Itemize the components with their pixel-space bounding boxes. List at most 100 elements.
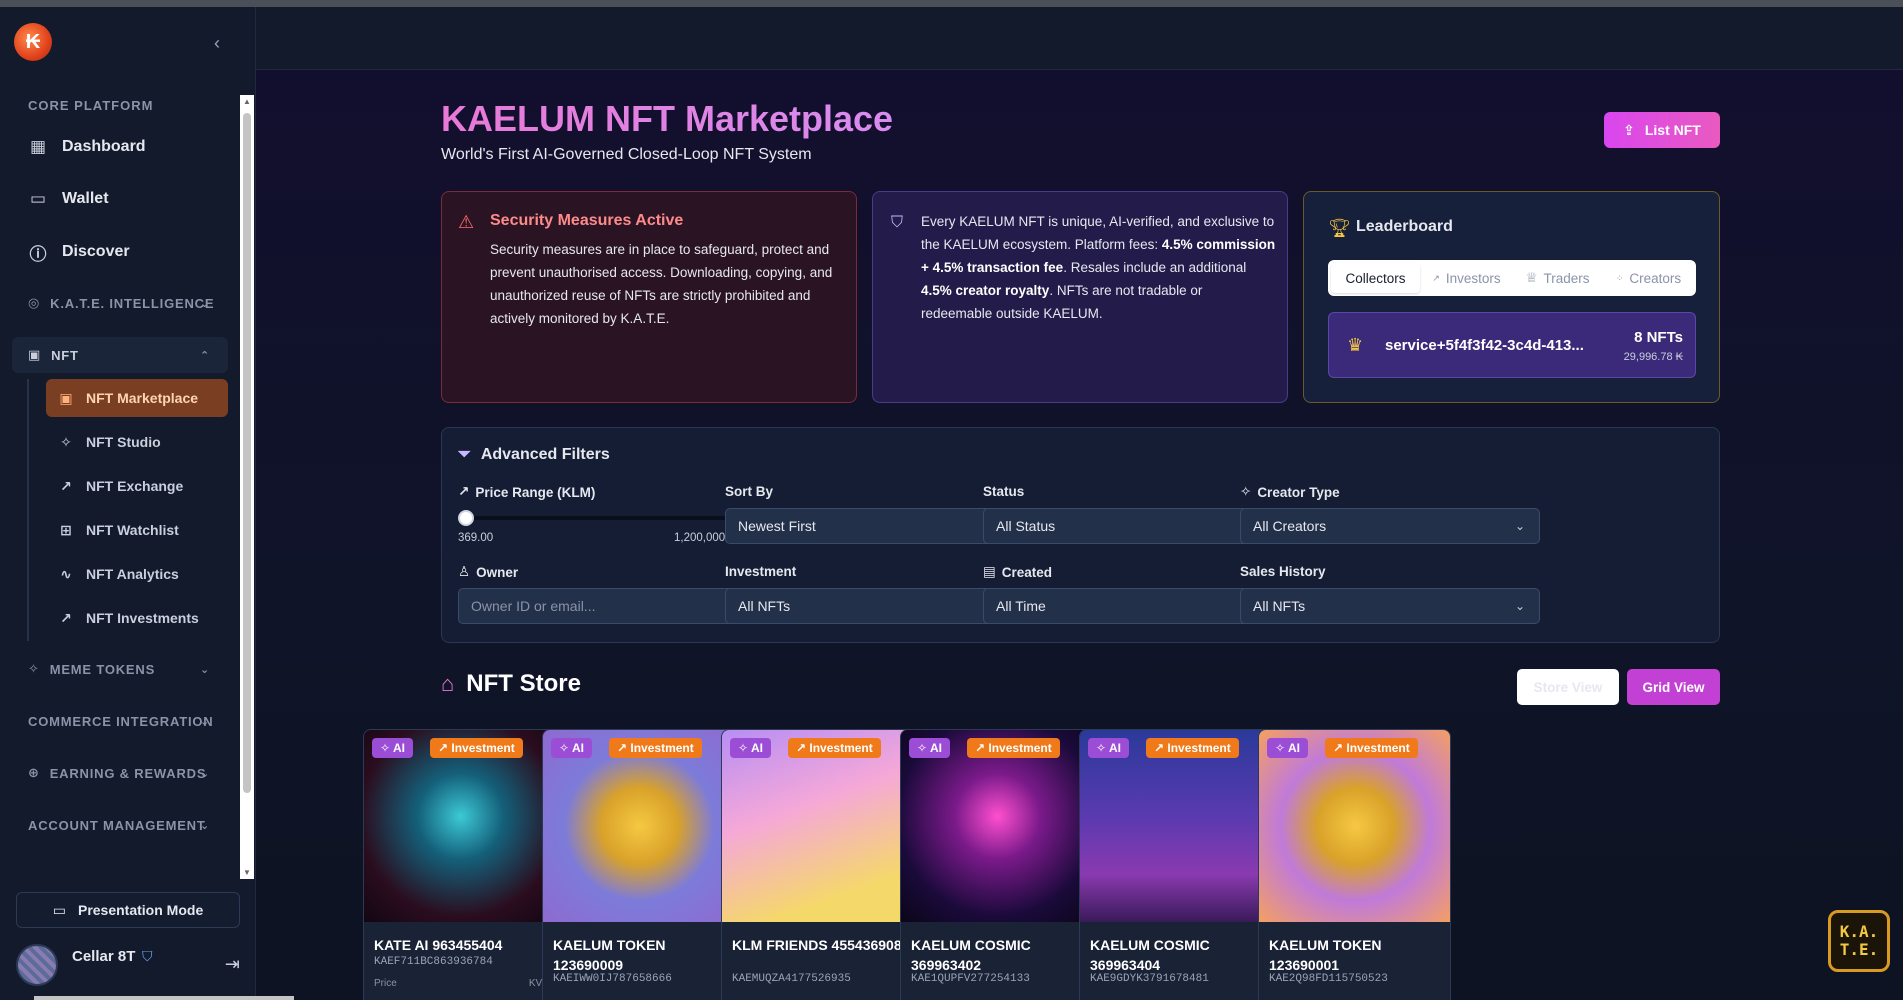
filters-title-row: ⏷ Advanced Filters — [458, 446, 610, 464]
presentation-mode-button[interactable]: ▭ Presentation Mode — [16, 892, 240, 928]
sidebar: ₭ ‹ CORE PLATFORM ▦ Dashboard ▭ Wallet ⓘ… — [0, 7, 256, 1000]
sort-by-select[interactable]: Newest First⌄ — [725, 508, 1025, 544]
user-profile[interactable]: Cellar 8T ⛉ ⇥ — [16, 942, 240, 990]
sidebar-item-nft-marketplace[interactable]: ▣ NFT Marketplace — [46, 379, 228, 417]
list-nft-button[interactable]: ⇪ List NFT — [1604, 112, 1720, 148]
price-range-label: ↗ Price Range (KLM) — [458, 484, 595, 500]
nft-code: KAE1QUPFV277254133 — [911, 973, 1030, 985]
sidebar-item-nft-investments[interactable]: ↗ NFT Investments — [46, 599, 228, 637]
sidebar-item-wallet[interactable]: ▭ Wallet — [28, 189, 109, 209]
kaelum-logo[interactable]: ₭ — [14, 23, 52, 61]
nft-name: KAELUM TOKEN 123690001 — [1269, 937, 1382, 973]
user-name: Cellar 8T — [72, 948, 136, 965]
nft-store-heading: ⌂ NFT Store — [441, 670, 581, 698]
horizontal-scrollbar[interactable] — [34, 996, 294, 1000]
created-text: Created — [1001, 564, 1053, 580]
investment-badge: ↗ Investment — [430, 738, 523, 758]
sidebar-item-label: NFT Studio — [86, 434, 161, 450]
sidebar-item-nft-studio[interactable]: ✧ NFT Studio — [46, 423, 228, 461]
ai-badge: ✧ AI — [551, 738, 592, 758]
nft-image[interactable] — [543, 730, 734, 922]
group-label: ACCOUNT MANAGEMENT — [28, 817, 206, 833]
investment-select[interactable]: All NFTs⌄ — [725, 588, 1025, 624]
sidebar-group-commerce[interactable]: COMMERCE INTEGRATION ⌄ — [12, 703, 228, 739]
nft-card[interactable]: ✧ AI ↗ Investment KAELUM COSMIC 369963402 K… — [900, 729, 1093, 1000]
sales-history-select[interactable]: All NFTs ⌄ — [1240, 588, 1540, 624]
sidebar-group-earning[interactable]: ⊕ EARNING & REWARDS ⌄ — [12, 755, 228, 791]
sidebar-item-label: NFT Analytics — [86, 566, 179, 582]
nft-image[interactable] — [901, 730, 1092, 922]
scrollbar-thumb[interactable] — [243, 113, 251, 793]
sidebar-item-label: NFT Marketplace — [86, 390, 199, 406]
sidebar-item-nft-exchange[interactable]: ↗ NFT Exchange — [46, 467, 228, 505]
created-select[interactable]: All Time⌄ — [983, 588, 1283, 624]
sidebar-item-label: NFT Investments — [86, 610, 199, 626]
image-icon: ▣ — [28, 347, 42, 362]
sidebar-group-nft[interactable]: ▣ NFT ⌃ — [12, 337, 228, 373]
creator-type-select[interactable]: All Creators ⌄ — [1240, 508, 1540, 544]
logout-icon[interactable]: ⇥ — [225, 954, 240, 975]
price-slider-track[interactable] — [458, 516, 758, 520]
sidebar-item-label: Dashboard — [62, 138, 146, 155]
sidebar-scrollbar[interactable]: ▲ ▼ — [240, 95, 254, 879]
owner-label: ♙ Owner — [458, 564, 518, 580]
store-view-button[interactable]: Store View — [1517, 669, 1619, 705]
sparkles-icon: ✧ — [1240, 484, 1252, 499]
chevron-down-icon: ⌄ — [199, 715, 210, 728]
nft-code: KAE2Q98FD115750523 — [1269, 973, 1388, 985]
investment-badge: ↗ Investment — [788, 738, 881, 758]
brain-icon: ◎ — [28, 295, 41, 310]
nft-image[interactable] — [1259, 730, 1450, 922]
nft-name: KLM FRIENDS 455436908 — [732, 937, 902, 953]
group-label: K.A.T.E. INTELLIGENCE — [50, 295, 215, 311]
nft-code: KAEIWW0IJ787658666 — [553, 973, 672, 985]
sidebar-item-nft-analytics[interactable]: ∿ NFT Analytics — [46, 555, 228, 593]
tab-investors[interactable]: ↗ Investors — [1422, 263, 1511, 293]
tab-traders[interactable]: ♕ Traders — [1513, 263, 1602, 293]
nft-card[interactable]: ✧ AI ↗ Investment KAELUM TOKEN 123690009 KA… — [542, 729, 735, 1000]
tab-collectors[interactable]: Collectors — [1331, 263, 1420, 293]
nft-card[interactable]: ✧ AI ↗ Investment KLM FRIENDS 455436908 KAE… — [721, 729, 914, 1000]
nft-card[interactable]: ✧ AI ↗ Investment KAELUM COSMIC 369963404 K… — [1079, 729, 1272, 1000]
scroll-down-icon[interactable]: ▼ — [243, 868, 251, 877]
advanced-filters-panel: ⏷ Advanced Filters ↗ Price Range (KLM) 36… — [441, 427, 1720, 643]
nft-name: KATE AI 963455404 — [374, 937, 503, 953]
nft-code: KAE9GDYK3791678481 — [1090, 973, 1209, 985]
tab-label: Creators — [1629, 270, 1682, 286]
chevron-up-icon: ⌃ — [199, 349, 210, 362]
kate-assistant-logo[interactable]: K.A. T.E. — [1828, 910, 1890, 972]
sidebar-item-dashboard[interactable]: ▦ Dashboard — [28, 137, 146, 157]
sidebar-group-kate[interactable]: ◎ K.A.T.E. INTELLIGENCE ⌄ — [12, 285, 228, 321]
sidebar-item-label: Wallet — [62, 190, 109, 207]
trending-up-icon: ↗ — [1432, 272, 1440, 283]
calendar-icon: ▤ — [983, 564, 996, 579]
nft-image[interactable] — [1080, 730, 1271, 922]
info-bold-royalty: 4.5% creator royalty — [921, 283, 1050, 298]
tab-creators[interactable]: ⁘ Creators — [1604, 263, 1693, 293]
nft-card[interactable]: ✧ AI ↗ Investment KATE AI 963455404 KAEF711… — [363, 729, 556, 1000]
price-range-text: Price Range (KLM) — [475, 484, 596, 500]
info-text-2: . Resales include an additional — [1063, 260, 1247, 275]
nft-code: KAEF711BC863936784 — [374, 956, 493, 968]
owner-input[interactable] — [458, 588, 758, 624]
sidebar-group-meme-tokens[interactable]: ✧ MEME TOKENS ⌄ — [12, 651, 228, 687]
investment-badge: ↗ Investment — [1325, 738, 1418, 758]
leaderboard-entry[interactable]: ♛ service+5f4f3f42-3c4d-413... 8 NFTs 29… — [1328, 312, 1696, 378]
collapse-sidebar-icon[interactable]: ‹ — [214, 33, 220, 54]
nft-code: KAEMUQZA4177526935 — [732, 973, 851, 985]
sidebar-item-nft-watchlist[interactable]: ⊞ NFT Watchlist — [46, 511, 228, 549]
nft-image[interactable] — [364, 730, 555, 922]
avatar[interactable] — [16, 944, 58, 986]
nft-image[interactable] — [722, 730, 913, 922]
status-select[interactable]: All Status⌄ — [983, 508, 1283, 544]
scroll-up-icon[interactable]: ▲ — [243, 97, 251, 106]
price-slider-handle[interactable] — [458, 510, 474, 526]
main-content: KAELUM NFT Marketplace World's First AI-… — [256, 70, 1903, 1000]
sidebar-group-account[interactable]: ACCOUNT MANAGEMENT ⌄ — [12, 807, 228, 843]
grid-view-button[interactable]: Grid View — [1627, 669, 1720, 705]
nft-card[interactable]: ✧ AI ↗ Investment KAELUM TOKEN 123690001 KA… — [1258, 729, 1451, 1000]
sidebar-item-discover[interactable]: ⓘ Discover — [28, 242, 130, 264]
dashboard-icon: ▦ — [29, 137, 47, 156]
created-value: All Time — [996, 598, 1046, 614]
store-icon: ⌂ — [441, 671, 455, 696]
